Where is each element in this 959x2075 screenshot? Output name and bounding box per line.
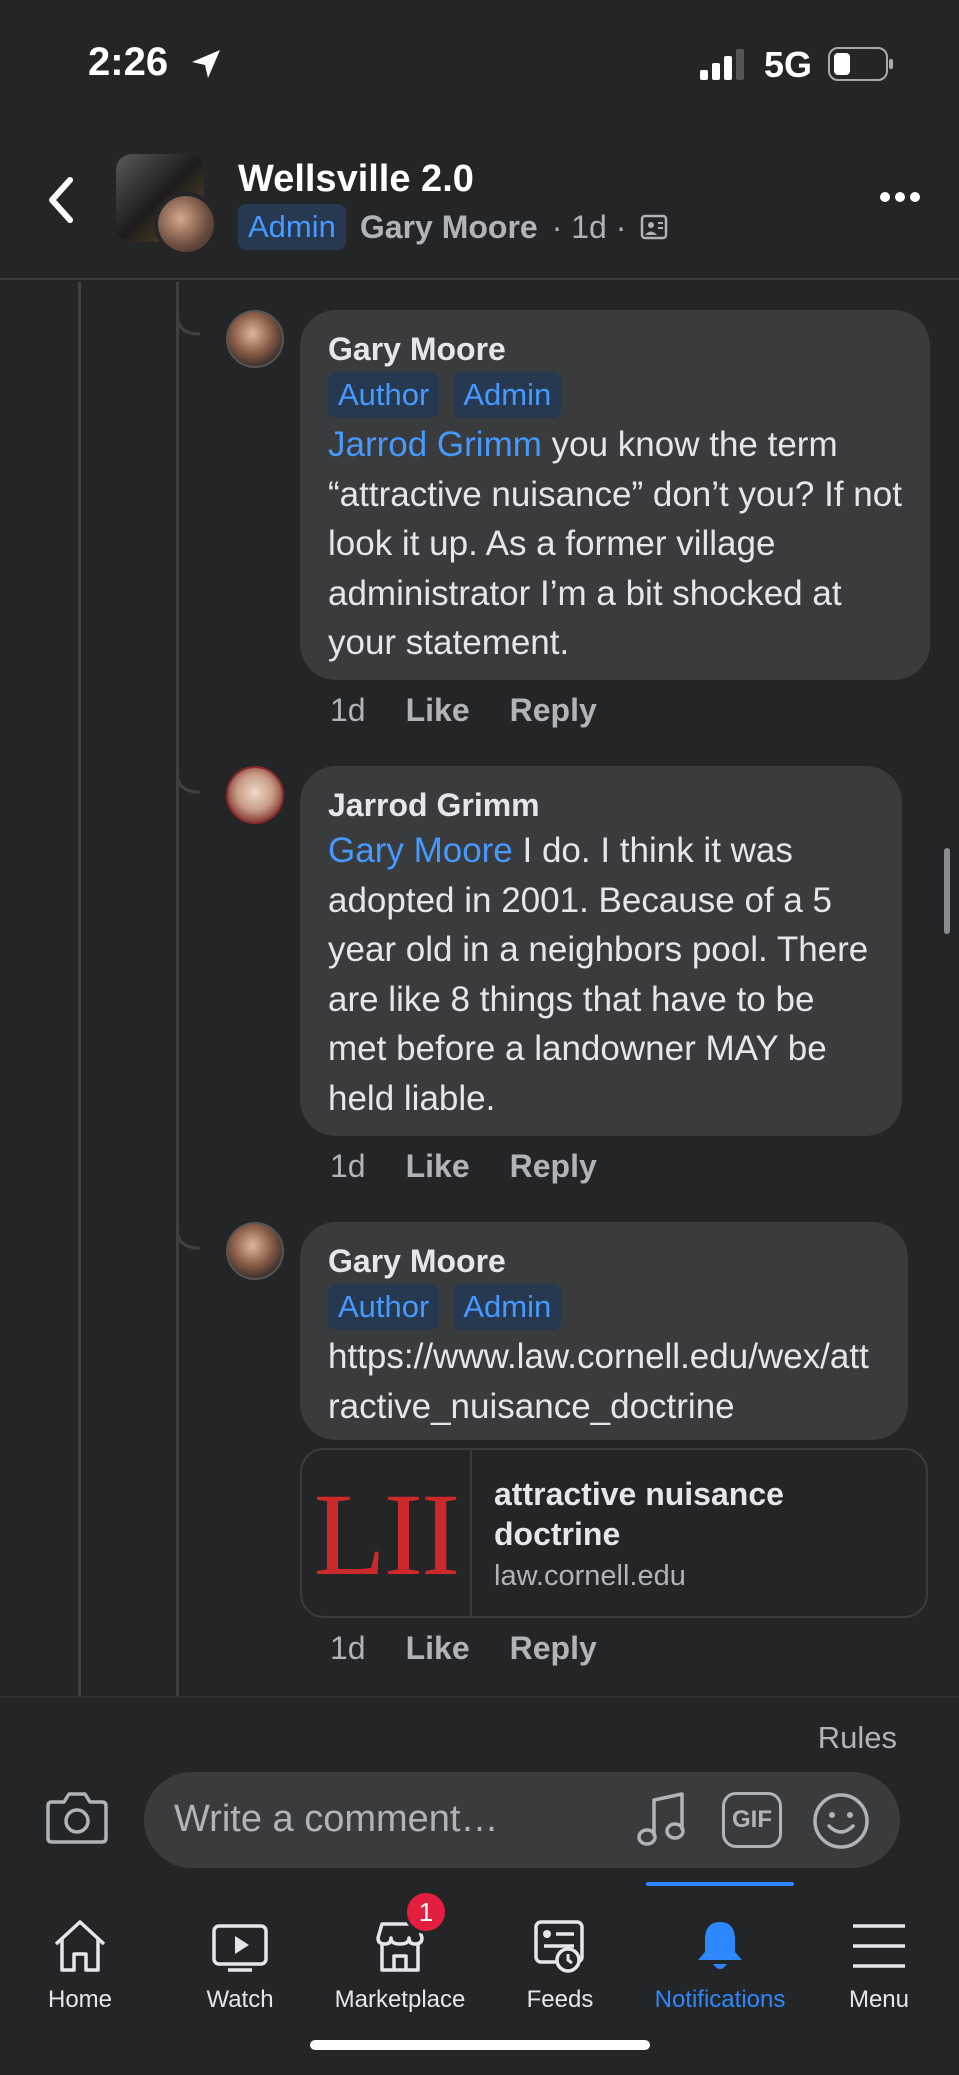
status-time: 2:26 xyxy=(88,40,169,84)
location-arrow-icon xyxy=(192,50,220,78)
signal-icon xyxy=(700,49,744,80)
author-avatar xyxy=(154,192,218,256)
home-indicator[interactable] xyxy=(310,2040,650,2050)
like-button[interactable]: Like xyxy=(406,1148,470,1185)
scrollbar[interactable] xyxy=(944,848,950,934)
tab-home[interactable]: Home xyxy=(0,1880,160,2030)
post-author[interactable]: Gary Moore xyxy=(360,209,538,246)
thread-branch xyxy=(176,1196,201,1250)
tab-label: Watch xyxy=(206,1986,274,2013)
commenter-avatar[interactable] xyxy=(226,1222,284,1280)
tab-menu[interactable]: Menu xyxy=(799,1880,959,2030)
commenter-name[interactable]: Gary Moore xyxy=(328,1242,880,1280)
emoji-icon[interactable] xyxy=(812,1792,870,1850)
thread-line-outer xyxy=(78,282,81,1696)
comment-age: 1d xyxy=(330,692,366,728)
more-options-icon[interactable] xyxy=(878,190,922,204)
group-privacy-icon xyxy=(641,214,668,240)
commenter-name[interactable]: Jarrod Grimm xyxy=(328,786,874,824)
tab-label: Marketplace xyxy=(334,1986,466,2013)
tab-marketplace[interactable]: Marketplace xyxy=(320,1880,480,2030)
comment-placeholder: Write a comment… xyxy=(174,1798,499,1840)
commenter-avatar[interactable] xyxy=(226,310,284,368)
watch-icon xyxy=(212,1924,268,1972)
thread-branch xyxy=(176,740,201,794)
status-bar: 2:26 5G xyxy=(0,0,959,120)
comment-actions: 1d Like Reply xyxy=(330,1148,597,1185)
menu-icon xyxy=(853,1924,905,1968)
group-title[interactable]: Wellsville 2.0 xyxy=(238,158,474,201)
admin-badge: Admin xyxy=(453,372,562,418)
reply-button[interactable]: Reply xyxy=(510,1630,597,1667)
thread-branch xyxy=(176,282,201,336)
active-tab-indicator xyxy=(646,1882,794,1886)
like-button[interactable]: Like xyxy=(406,692,470,729)
network-type: 5G xyxy=(764,44,813,85)
like-button[interactable]: Like xyxy=(406,1630,470,1667)
music-note-icon[interactable] xyxy=(634,1790,690,1850)
tab-feeds[interactable]: Feeds xyxy=(480,1880,640,2030)
link-preview-domain: law.cornell.edu xyxy=(494,1560,686,1592)
rules-link[interactable]: Rules xyxy=(818,1720,897,1756)
comment-bubble: Gary Moore Author Admin Jarrod Grimm you… xyxy=(300,310,930,680)
lii-logo: LII xyxy=(302,1450,472,1616)
link-preview-card[interactable]: LII attractive nuisance doctrine law.cor… xyxy=(300,1448,928,1618)
comment-actions: 1d Like Reply xyxy=(330,1630,597,1667)
mention-link[interactable]: Gary Moore xyxy=(328,831,513,870)
reply-button[interactable]: Reply xyxy=(510,692,597,729)
mention-link[interactable]: Jarrod Grimm xyxy=(328,425,542,464)
comment-composer: Rules Write a comment… GIF xyxy=(0,1696,959,1880)
admin-badge: Admin xyxy=(453,1284,562,1330)
author-badge: Author xyxy=(328,1284,440,1330)
post-meta-row: Admin Gary Moore · 1d · xyxy=(238,204,668,250)
comment-input[interactable]: Write a comment… GIF xyxy=(144,1772,900,1868)
bell-icon xyxy=(698,1922,742,1969)
comment-bubble: Jarrod Grimm Gary Moore I do. I think it… xyxy=(300,766,902,1136)
post-age: · 1d · xyxy=(551,208,627,245)
commenter-badges: Author Admin xyxy=(328,1284,880,1330)
back-chevron-icon[interactable] xyxy=(40,170,80,230)
commenter-avatar[interactable] xyxy=(226,766,284,824)
admin-badge: Admin xyxy=(238,204,346,250)
tab-label: Menu xyxy=(848,1986,910,2013)
tab-label: Notifications xyxy=(654,1986,786,2013)
comment-bubble: Gary Moore Author Admin https://www.law.… xyxy=(300,1222,908,1440)
commenter-name[interactable]: Gary Moore xyxy=(328,330,902,368)
post-header: Wellsville 2.0 Admin Gary Moore · 1d · xyxy=(0,130,959,280)
home-icon xyxy=(54,1920,106,1972)
reply-button[interactable]: Reply xyxy=(510,1148,597,1185)
marketplace-badge: 1 xyxy=(404,1890,448,1934)
gif-button[interactable]: GIF xyxy=(722,1792,782,1848)
group-avatar[interactable] xyxy=(116,154,220,258)
tab-watch[interactable]: Watch xyxy=(160,1880,320,2030)
comment-text: Jarrod Grimm you know the term “attracti… xyxy=(328,425,902,662)
feeds-icon xyxy=(534,1920,584,1973)
link-preview-title: attractive nuisance doctrine xyxy=(494,1476,784,1552)
tab-notifications[interactable]: Notifications xyxy=(640,1880,800,2030)
commenter-badges: Author Admin xyxy=(328,372,902,418)
comment-actions: 1d Like Reply xyxy=(330,692,597,729)
camera-icon[interactable] xyxy=(46,1788,108,1844)
author-badge: Author xyxy=(328,372,440,418)
tab-label: Feeds xyxy=(526,1986,594,2013)
tab-label: Home xyxy=(47,1986,113,2013)
battery-icon xyxy=(828,47,893,81)
comment-age: 1d xyxy=(330,1630,366,1666)
comment-text: Gary Moore I do. I think it was adopted … xyxy=(328,831,869,1118)
comment-link[interactable]: https://www.law.cornell.edu/wex/attracti… xyxy=(328,1332,880,1431)
comment-age: 1d xyxy=(330,1148,366,1184)
thread-line-inner xyxy=(176,282,179,1696)
